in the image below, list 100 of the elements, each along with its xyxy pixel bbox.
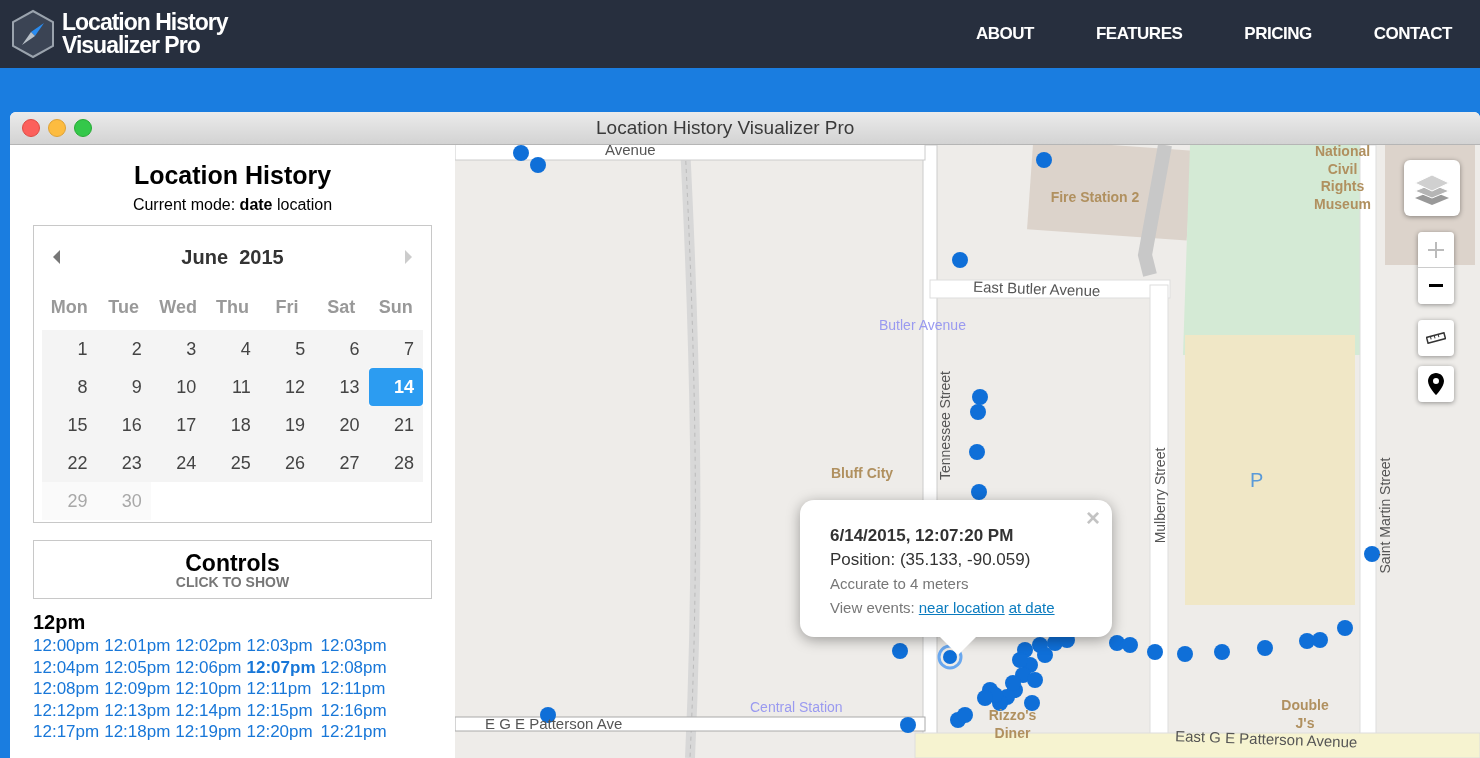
weekday-label: Sat (326, 296, 357, 319)
calendar-day[interactable]: 12 (259, 368, 315, 406)
time-link[interactable]: 12:15pm (246, 699, 316, 721)
map-label: Central Station (750, 698, 844, 717)
time-link[interactable]: 12:12pm (33, 699, 100, 721)
maximize-window-icon[interactable] (74, 119, 92, 137)
time-link[interactable]: 12:11pm (246, 678, 316, 700)
map-label: E G E Patterson Ave (485, 714, 624, 734)
calendar-day[interactable]: 6 (314, 330, 369, 368)
weekday-label: Fri (274, 296, 300, 319)
time-link[interactable]: 12:08pm (33, 678, 100, 700)
time-link[interactable]: 12:04pm (33, 656, 100, 678)
plus-icon (1427, 240, 1445, 259)
time-link[interactable]: 12:14pm (175, 699, 242, 721)
logo-text: Visualizer Pro (62, 34, 200, 57)
calendar-day[interactable]: 27 (314, 444, 369, 482)
time-link[interactable]: 12:21pm (320, 721, 387, 743)
nav-link[interactable]: FEATURES (1095, 21, 1183, 47)
nav-link[interactable]: PRICING (1244, 21, 1312, 47)
map-label: Rizzo's Diner (987, 707, 1038, 742)
time-link[interactable]: 12:07pm (246, 656, 316, 678)
map-label: Fire Station 2 (1050, 189, 1140, 207)
calendar-day[interactable]: 17 (150, 406, 206, 444)
previous-month-icon[interactable] (52, 250, 62, 264)
weekday-label: Thu (215, 296, 250, 319)
map-label: Butler Avenue (879, 316, 967, 335)
time-link[interactable]: 12:03pm (246, 635, 316, 657)
popup-link[interactable]: near location (918, 596, 1005, 620)
calendar-day[interactable]: 5 (259, 330, 315, 368)
month-title: June 2015 (181, 245, 284, 270)
window-title: Location History Visualizer Pro (596, 115, 855, 140)
calendar-day[interactable]: 20 (314, 406, 369, 444)
map-label: Avenue (605, 145, 657, 160)
time-link[interactable]: 12:05pm (104, 656, 171, 678)
controls-toggle[interactable]: Controls CLICK TO SHOW (33, 540, 432, 599)
hour-heading: 12pm (33, 610, 87, 634)
map-label: East Butler Avenue (972, 276, 1102, 302)
popup-timestamp: 6/14/2015, 12:07:20 PM (830, 525, 1015, 547)
close-window-icon[interactable] (22, 119, 40, 137)
calendar-day[interactable]: 4 (205, 330, 260, 368)
weekday-label: Tue (107, 296, 140, 319)
minus-icon (1429, 284, 1443, 288)
weekday-label: Mon (49, 296, 89, 319)
map-label: Mulberry Street (1150, 446, 1169, 546)
sidebar-title: Location History (132, 160, 333, 191)
compass-logo-icon (10, 9, 56, 59)
calendar-day[interactable]: 22 (42, 444, 97, 482)
time-link[interactable]: 12:00pm (33, 635, 100, 657)
time-link[interactable]: 12:16pm (320, 699, 387, 721)
time-link[interactable]: 12:01pm (104, 635, 171, 657)
zoom-out-button[interactable] (1418, 268, 1454, 304)
time-link[interactable]: 12:08pm (320, 656, 387, 678)
calendar-day[interactable]: 9 (96, 368, 151, 406)
popup-link[interactable]: at date (1008, 596, 1055, 620)
time-link[interactable]: 12:10pm (175, 678, 242, 700)
calendar-day[interactable]: 16 (96, 406, 151, 444)
nav-link[interactable]: CONTACT (1373, 21, 1452, 47)
time-link[interactable]: 12:13pm (104, 699, 171, 721)
time-link[interactable]: 12:11pm (320, 678, 387, 700)
time-link[interactable]: 12:18pm (104, 721, 171, 743)
nav-link[interactable]: ABOUT (976, 21, 1034, 47)
weekday-label: Wed (158, 296, 198, 319)
time-link[interactable]: 12:19pm (175, 721, 242, 743)
time-link[interactable]: 12:06pm (175, 656, 242, 678)
mode-text: Current mode: date location (131, 195, 334, 215)
time-link[interactable]: 12:17pm (33, 721, 100, 743)
measure-button[interactable] (1418, 320, 1454, 356)
map-label: P (1250, 468, 1265, 493)
calendar-day[interactable]: 8 (42, 368, 97, 406)
minimize-window-icon[interactable] (48, 119, 66, 137)
weekday-label: Sun (377, 296, 414, 319)
calendar-day[interactable]: 18 (205, 406, 260, 444)
calendar-day[interactable]: 2 (96, 330, 151, 368)
calendar-day[interactable]: 23 (96, 444, 151, 482)
popup-position: Position: (35.133, -90.059) (830, 549, 1032, 571)
calendar-day[interactable]: 21 (368, 406, 423, 444)
calendar-day[interactable]: 7 (368, 330, 423, 368)
calendar-day[interactable]: 13 (314, 368, 369, 406)
calendar-day[interactable]: 1 (42, 330, 97, 368)
time-link[interactable]: 12:20pm (246, 721, 316, 743)
calendar-day[interactable]: 24 (150, 444, 206, 482)
calendar-day[interactable]: 19 (259, 406, 315, 444)
layers-button[interactable] (1404, 160, 1460, 216)
time-link[interactable]: 12:02pm (175, 635, 242, 657)
calendar-day[interactable]: 10 (150, 368, 206, 406)
next-month-icon[interactable] (403, 250, 413, 264)
calendar-day[interactable]: 15 (42, 406, 97, 444)
marker-button[interactable] (1418, 366, 1454, 402)
popup-accuracy: Accurate to 4 meters (830, 574, 970, 594)
calendar-day[interactable]: 26 (259, 444, 315, 482)
calendar-day[interactable]: 3 (150, 330, 206, 368)
time-link[interactable]: 12:03pm (320, 635, 387, 657)
calendar-day[interactable]: 25 (205, 444, 260, 482)
map-pin-icon (1428, 373, 1444, 395)
map-label: National Civil Rights Museum (1313, 145, 1372, 213)
map-label: Bluff City (829, 465, 895, 483)
calendar-day[interactable]: 28 (368, 444, 423, 482)
calendar-day[interactable]: 11 (205, 368, 260, 406)
time-link[interactable]: 12:09pm (104, 678, 171, 700)
map-label: Tennessee Street (935, 370, 954, 482)
